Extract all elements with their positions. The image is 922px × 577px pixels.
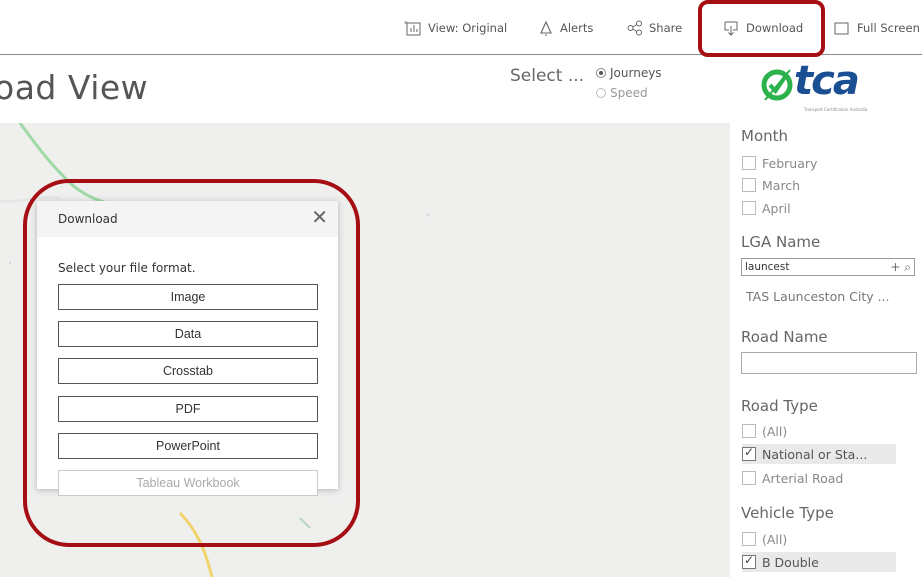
month-option-label: March	[762, 177, 801, 193]
dialog-title: Download	[58, 212, 118, 226]
share-button[interactable]: Share	[627, 18, 694, 38]
month-option[interactable]: February	[742, 153, 817, 173]
view-label: View: Original	[428, 21, 508, 35]
month-option-label: February	[762, 155, 818, 171]
radio-selected-icon	[596, 68, 606, 78]
toolbar: * View: Original Alerts Share Download F…	[0, 0, 922, 54]
radio-journeys[interactable]: Journeys	[596, 66, 662, 80]
svg-text:*: *	[404, 20, 408, 28]
view-chart-icon: *	[404, 20, 421, 36]
tca-logo-tagline: Transport Certification Australia	[804, 107, 868, 112]
download-button[interactable]: Download	[722, 18, 803, 38]
month-option[interactable]: April	[742, 198, 791, 218]
dialog-prompt: Select your file format.	[58, 261, 196, 275]
road-name-filter-title: Road Name	[741, 328, 828, 346]
lga-search-input[interactable]: launcest + ⌕	[741, 258, 915, 276]
month-filter-title: Month	[741, 127, 789, 145]
vehicle-type-filter-title: Vehicle Type	[741, 504, 834, 522]
plus-icon[interactable]: +	[890, 260, 900, 274]
checkbox-checked	[742, 553, 756, 569]
road-type-option-label: (All)	[762, 423, 788, 439]
road-type-filter-title: Road Type	[741, 397, 818, 415]
close-icon[interactable]: ✕	[311, 207, 328, 227]
page-title: oad View	[0, 68, 149, 107]
radio-journeys-label: Journeys	[610, 66, 662, 80]
road-name-input[interactable]	[741, 352, 917, 374]
checkbox	[742, 178, 756, 192]
view-original-button[interactable]: * View: Original	[404, 18, 507, 38]
dialog-header: Download ✕	[37, 201, 338, 237]
lga-filter-title: LGA Name	[741, 233, 821, 251]
month-option-label: April	[762, 200, 791, 216]
road-type-option-label: National or Sta...	[762, 446, 868, 462]
checkbox	[742, 532, 756, 546]
checkbox	[742, 201, 756, 215]
road-type-option[interactable]: National or Sta...	[742, 444, 896, 464]
fullscreen-icon	[834, 22, 849, 35]
fullscreen-label: Full Screen	[857, 21, 920, 35]
tca-logo-wordmark: tca	[794, 58, 860, 104]
vehicle-type-option[interactable]: (All)	[742, 529, 787, 549]
checkbox	[742, 471, 756, 485]
radio-unselected-icon	[596, 88, 606, 98]
checkbox	[742, 156, 756, 170]
road-type-option[interactable]: (All)	[742, 421, 787, 441]
road-type-option-label: Arterial Road	[762, 470, 844, 486]
bell-icon	[540, 20, 552, 36]
road-type-option[interactable]: Arterial Road	[742, 468, 843, 488]
month-option[interactable]: March	[742, 175, 800, 195]
vehicle-type-option-label: B Double	[762, 554, 819, 570]
vehicle-type-option-label: (All)	[762, 531, 788, 547]
data-format-button[interactable]: Data	[58, 321, 318, 347]
image-format-button[interactable]: Image	[58, 284, 318, 310]
alerts-label: Alerts	[560, 21, 594, 35]
download-icon	[724, 21, 738, 36]
share-label: Share	[649, 21, 683, 35]
download-label: Download	[746, 21, 804, 35]
radio-speed[interactable]: Speed	[596, 86, 648, 100]
download-dialog: Download ✕ Select your file format. Imag…	[37, 201, 338, 496]
radio-speed-label: Speed	[610, 86, 648, 100]
share-icon	[627, 20, 642, 36]
lga-search-value: launcest	[745, 261, 790, 273]
alerts-button[interactable]: Alerts	[538, 18, 593, 38]
powerpoint-format-button[interactable]: PowerPoint	[58, 433, 318, 459]
crosstab-format-button[interactable]: Crosstab	[58, 358, 318, 384]
filter-panel: Month February March April LGA Name laun…	[730, 123, 922, 577]
pdf-format-button[interactable]: PDF	[58, 396, 318, 422]
checkbox	[742, 424, 756, 438]
fullscreen-button[interactable]: Full Screen	[833, 18, 922, 38]
search-icon[interactable]: ⌕	[904, 260, 911, 274]
checkbox-checked	[742, 445, 756, 461]
tca-logo: tca Transport Certification Australia	[760, 58, 890, 116]
lga-search-result[interactable]: TAS Launceston City ...	[746, 289, 890, 304]
vehicle-type-option[interactable]: B Double	[742, 552, 896, 572]
tableau-workbook-format-button: Tableau Workbook	[58, 470, 318, 496]
metric-select-label: Select ...	[510, 66, 585, 86]
toolbar-divider	[0, 54, 922, 55]
